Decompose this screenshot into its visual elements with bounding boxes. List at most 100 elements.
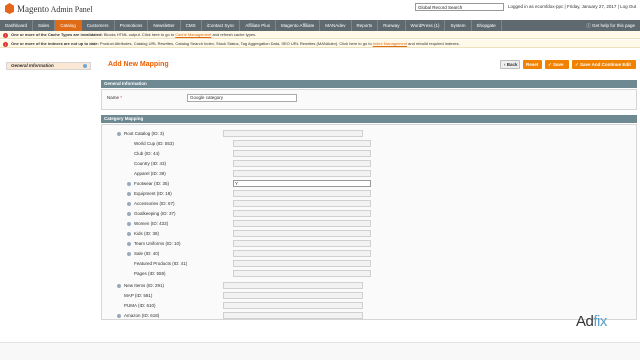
category-row: New Items (ID: 291) — [117, 283, 164, 288]
category-label: World Cup (ID: 553) — [134, 141, 174, 146]
category-row: PUMA (ID: 610) — [117, 303, 156, 308]
msg-suffix: and refresh cache types. — [211, 32, 257, 37]
category-row: Featured Products (ID: 41) — [127, 261, 187, 266]
expand-toggle-icon[interactable] — [127, 221, 131, 226]
category-row: Equipment (ID: 18) — [127, 191, 172, 196]
save-label: Save — [553, 62, 564, 67]
nav-item-customers[interactable]: Customers — [82, 20, 115, 31]
expand-toggle-icon[interactable] — [127, 231, 131, 236]
category-label: Sale (ID: 40) — [134, 251, 160, 256]
google-category-input[interactable] — [233, 230, 371, 237]
nav-item-shopgate[interactable]: Shopgate — [472, 20, 502, 31]
index-management-link[interactable]: Index Management — [373, 41, 407, 46]
user-info: Logged in as ecomfdox-ppc | Friday, Janu… — [508, 4, 637, 9]
reset-button[interactable]: Reset — [523, 60, 542, 69]
category-row: Pages (ID: 559) — [127, 271, 166, 276]
expand-toggle-icon[interactable] — [127, 211, 131, 216]
google-category-input[interactable] — [233, 150, 371, 157]
google-category-input[interactable] — [223, 302, 363, 309]
expand-toggle-icon[interactable] — [127, 251, 131, 256]
admin-header: Magento Admin Panel Global Record Search… — [0, 0, 640, 20]
google-category-input[interactable] — [233, 190, 371, 197]
category-row: Club (ID: 44) — [127, 151, 160, 156]
category-row: Amazon (ID: 618) — [117, 313, 159, 318]
google-category-input[interactable] — [223, 130, 363, 137]
category-label: Goalkeeping (ID: 37) — [134, 211, 176, 216]
nav-item-icontact-sync[interactable]: iContact Sync — [202, 20, 241, 31]
help-link[interactable]: ⓘ Get help for this page — [586, 20, 635, 31]
nav-item-cms[interactable]: CMS — [181, 20, 202, 31]
google-category-input[interactable] — [233, 250, 371, 257]
google-category-input[interactable] — [233, 140, 371, 147]
logo-suffix: Admin Panel — [50, 4, 93, 14]
google-category-input[interactable] — [233, 170, 371, 177]
google-category-input[interactable] — [233, 270, 371, 277]
index-message: ! One or more of the indexes are not up … — [0, 40, 640, 48]
general-section-header: General Information — [101, 80, 637, 88]
category-row: Footwear (ID: 35) — [127, 181, 169, 186]
nav-item-newsletter[interactable]: Newsletter — [148, 20, 181, 31]
msg-text: Product Attributes, Catalog URL Rewrites… — [98, 41, 373, 46]
category-row: Women (ID: 433) — [127, 221, 168, 226]
expand-toggle-icon[interactable] — [127, 201, 131, 206]
msg-suffix: and rebuild required indexes. — [407, 41, 460, 46]
cache-management-link[interactable]: Cache Management — [175, 32, 211, 37]
nav-item-magento-affiliate[interactable]: Magento Affiliate — [276, 20, 321, 31]
nav-item-sales[interactable]: Sales — [33, 20, 56, 31]
save-continue-button[interactable]: ✓ Save And Continue Edit — [572, 60, 636, 69]
category-label: PUMA (ID: 610) — [124, 303, 156, 308]
save-button[interactable]: ✓ Save — [545, 60, 569, 69]
google-category-input[interactable] — [223, 282, 363, 289]
nav-item-manadev[interactable]: MANAdev — [320, 20, 352, 31]
category-label: Amazon (ID: 618) — [124, 313, 160, 318]
category-row: Accessories (ID: 67) — [127, 201, 175, 206]
category-label: Footwear (ID: 35) — [134, 181, 170, 186]
category-label: Club (ID: 44) — [134, 151, 160, 156]
watermark-part1: Ad — [576, 313, 594, 330]
nav-item-dashboard[interactable]: Dashboard — [0, 20, 34, 31]
nav-item-affiliate-plus[interactable]: Affiliate Plus — [240, 20, 277, 31]
google-category-input[interactable] — [233, 240, 371, 247]
google-category-input[interactable] — [233, 160, 371, 167]
expand-toggle-icon[interactable] — [117, 283, 121, 288]
general-fieldset — [101, 89, 637, 110]
tab-general-information[interactable]: General Information — [6, 62, 91, 70]
expand-toggle-icon[interactable] — [127, 191, 131, 196]
expand-toggle-icon[interactable] — [127, 241, 131, 246]
google-category-input[interactable] — [233, 200, 371, 207]
nav-item-promotions[interactable]: Promotions — [115, 20, 149, 31]
cache-message: ! One or more of the Cache Types are inv… — [0, 31, 640, 39]
name-input[interactable]: Google category — [187, 94, 297, 102]
category-row: World Cup (ID: 553) — [127, 141, 174, 146]
category-row: Team Uniforms (ID: 10) — [127, 241, 181, 246]
expand-toggle-icon[interactable] — [127, 181, 131, 186]
google-category-input[interactable] — [223, 312, 363, 319]
magento-logo[interactable]: Magento Admin Panel — [5, 3, 93, 14]
adfix-watermark: Adfix — [576, 313, 607, 330]
category-label: Team Uniforms (ID: 10) — [134, 241, 181, 246]
nav-item-reports[interactable]: Reports — [352, 20, 379, 31]
expand-toggle-icon[interactable] — [117, 131, 121, 136]
google-category-input[interactable]: Y — [233, 180, 371, 187]
google-category-input[interactable] — [233, 220, 371, 227]
global-search-input[interactable]: Global Record Search — [415, 3, 504, 11]
google-category-input[interactable] — [233, 210, 371, 217]
main-nav: Dashboard Sales Catalog Customers Promotions… — [0, 20, 640, 31]
msg-prefix: One or more of the indexes are not up to… — [11, 41, 99, 46]
required-mark: * — [120, 95, 123, 100]
category-label: Root Catalog (ID: 3) — [124, 131, 165, 136]
nav-item-wordpress-1[interactable]: WordPress (1) — [406, 20, 446, 31]
google-category-input[interactable] — [233, 260, 371, 267]
nav-item-catalog[interactable]: Catalog — [55, 20, 82, 31]
page-title: Add New Mapping — [108, 61, 169, 68]
logo-prefix: Magento — [17, 3, 49, 14]
category-row: MAP (ID: 581) — [117, 293, 152, 298]
category-row: Sale (ID: 40) — [127, 251, 159, 256]
category-row: Kids (ID: 38) — [127, 231, 159, 236]
category-label: MAP (ID: 581) — [124, 293, 153, 298]
expand-toggle-icon[interactable] — [117, 313, 121, 318]
nav-item-runway[interactable]: Runway — [378, 20, 406, 31]
back-button[interactable]: ‹ Back — [500, 60, 520, 69]
nav-item-system[interactable]: System — [445, 20, 472, 31]
google-category-input[interactable] — [223, 292, 363, 299]
